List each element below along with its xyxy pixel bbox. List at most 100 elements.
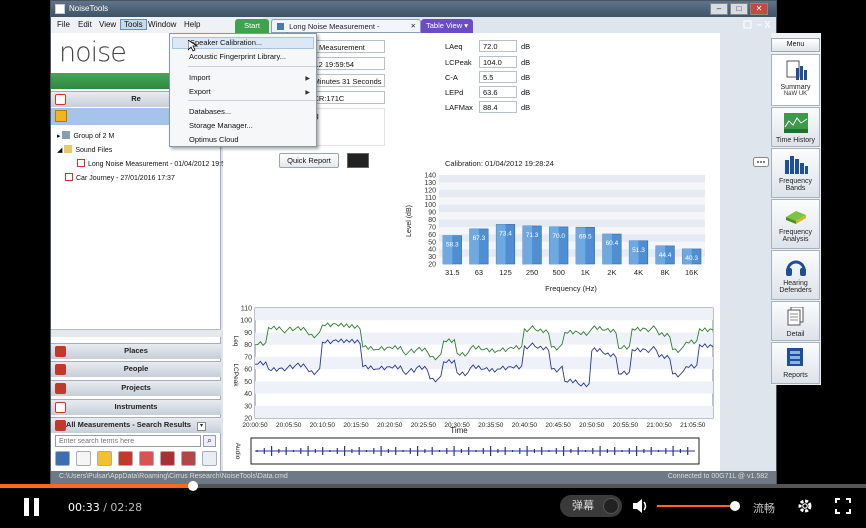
view-detail-button[interactable]: Detail xyxy=(771,301,820,341)
tree-sound-files[interactable]: ◢ Sound Files xyxy=(57,145,112,154)
section-instruments-label: Instruments xyxy=(114,402,158,411)
section-all-measurements-label: All Measurements - Search Results xyxy=(65,420,191,429)
line-chart-y-tick: 70 xyxy=(244,354,252,361)
menu-view[interactable]: View xyxy=(99,20,116,29)
tree-item-long-noise[interactable]: Long Noise Measurement - 01/04/2012 19:5 xyxy=(77,159,225,168)
instrument-add-icon[interactable] xyxy=(202,451,217,466)
video-stage: NoiseTools – □ ✕ File Edit View Tools Wi… xyxy=(0,0,866,528)
window-titlebar[interactable]: NoiseTools – □ ✕ xyxy=(51,1,776,17)
section-all-measurements[interactable]: All Measurements - Search Results ▾ xyxy=(51,417,221,433)
tab-start[interactable]: Start xyxy=(235,19,269,33)
menu-separator xyxy=(188,66,316,67)
view-summary-button[interactable]: Summary NaW UK xyxy=(771,54,820,106)
tab-close-icon[interactable]: ✕ xyxy=(411,22,416,30)
bar-chart-y-tick: 120 xyxy=(424,187,436,194)
maximize-button[interactable]: □ xyxy=(730,3,748,15)
menu-export[interactable]: Export xyxy=(189,87,211,96)
tree-scrollbar[interactable] xyxy=(51,329,221,337)
frequency-analysis-icon xyxy=(785,211,806,224)
view-time-history-button[interactable]: Time History xyxy=(771,107,820,147)
video-progress-bar[interactable] xyxy=(0,481,866,491)
tree-group[interactable]: ▸ Group of 2 M xyxy=(57,131,114,140)
pause-button[interactable] xyxy=(24,498,40,516)
section-places[interactable]: Places xyxy=(51,343,221,359)
minimize-button[interactable]: – xyxy=(710,3,728,15)
search-input[interactable] xyxy=(55,435,201,447)
fullscreen-icon[interactable] xyxy=(835,498,851,514)
line-chart-x-tick: 20:00:50 xyxy=(242,422,268,429)
line-chart-y-tick: 40 xyxy=(244,391,252,398)
tab-table-view[interactable]: Table View ▾ xyxy=(421,19,473,33)
import-icon[interactable] xyxy=(76,451,91,466)
current-time: 00:33 xyxy=(68,501,100,514)
line-chart-y-ticks: 2030405060708090100110 xyxy=(240,306,252,423)
bar-chart-y-tick: 130 xyxy=(424,180,436,187)
places-icon[interactable] xyxy=(139,451,154,466)
danmu-label: 弹幕 xyxy=(572,500,594,512)
section-people[interactable]: People xyxy=(51,361,221,377)
line-chart-x-ticks: 20:00:50 20:05:50 20:10:50 20:15:50 20:20:50… xyxy=(242,422,705,429)
bar-chart-y-tick: 20 xyxy=(428,262,436,269)
search-icon[interactable]: ⌕ xyxy=(203,435,216,447)
line-chart-y-tick: 50 xyxy=(244,379,252,386)
menu-edit[interactable]: Edit xyxy=(78,20,92,29)
tree-sound-files-label: Sound Files xyxy=(75,147,113,154)
volume-icon[interactable] xyxy=(632,498,648,514)
menu-file[interactable]: File xyxy=(57,20,70,29)
danmu-toggle[interactable]: 弹幕 xyxy=(560,495,622,517)
quality-selector[interactable]: 流畅 xyxy=(753,500,775,516)
volume-slider[interactable] xyxy=(657,501,740,511)
pause-icon xyxy=(24,498,29,516)
tab-window-controls[interactable] xyxy=(742,20,771,32)
status-connection: Connected to 00G71L @ v1.582 xyxy=(667,473,768,480)
close-button[interactable]: ✕ xyxy=(750,3,768,15)
chevron-down-icon[interactable]: ▾ xyxy=(197,422,207,431)
menu-storage-manager[interactable]: Storage Manager... xyxy=(189,121,253,130)
bar-chart-data-label: 73.4 xyxy=(499,230,512,237)
menu-tools[interactable]: Tools xyxy=(120,19,147,30)
new-measurement-icon[interactable] xyxy=(55,451,70,466)
gear-icon[interactable] xyxy=(797,498,813,514)
time-history-icon xyxy=(783,113,808,133)
pause-icon xyxy=(34,498,39,516)
menu-help[interactable]: Help xyxy=(184,20,200,29)
bar-chart-data-label: 71.3 xyxy=(526,232,539,239)
view-menu-button[interactable]: Menu xyxy=(771,38,820,52)
line-chart-grid-band xyxy=(255,405,713,418)
noisetools-window: NoiseTools – □ ✕ File Edit View Tools Wi… xyxy=(50,0,821,484)
menu-acoustic-fingerprint-library[interactable]: Acoustic Fingerprint Library... xyxy=(189,52,286,61)
view-hearing-defenders-label: Hearing Defenders xyxy=(779,280,812,294)
expand-chart-icon[interactable] xyxy=(753,157,769,167)
section-projects-label: Projects xyxy=(121,383,151,392)
view-frequency-bands-button[interactable]: Frequency Bands xyxy=(771,148,820,198)
line-chart-x-tick: 20:15:50 xyxy=(343,422,369,429)
measurements-icon xyxy=(55,420,66,431)
menu-databases[interactable]: Databases... xyxy=(189,107,231,116)
record-icon[interactable] xyxy=(118,451,133,466)
people-icon[interactable] xyxy=(160,451,175,466)
bar-chart-y-tick: 70 xyxy=(428,224,436,231)
bar-chart-grid-band xyxy=(439,175,705,183)
detail-pages-icon xyxy=(787,307,803,326)
bar-chart-grid-band xyxy=(439,189,705,198)
favorite-star-icon[interactable] xyxy=(97,451,112,466)
view-detail-label: Detail xyxy=(786,331,805,338)
projects-add-icon[interactable] xyxy=(181,451,196,466)
app-icon xyxy=(55,4,65,14)
section-instruments[interactable]: Instruments xyxy=(51,399,221,415)
tab-long-noise-measurement[interactable]: Long Noise Measurement - 01/0...19:59 ✕ xyxy=(271,19,421,40)
view-frequency-analysis-button[interactable]: Frequency Analysis xyxy=(771,199,820,249)
menu-optimus-cloud[interactable]: Optimus Cloud xyxy=(189,135,239,144)
menu-import[interactable]: Import xyxy=(189,73,210,82)
video-progress-handle[interactable] xyxy=(188,481,199,491)
bar-chart-x-tick: 250 xyxy=(526,268,539,277)
section-projects[interactable]: Projects xyxy=(51,380,221,396)
menu-window[interactable]: Window xyxy=(148,20,176,29)
bar-chart-data-label: 70.0 xyxy=(552,233,565,240)
tree-item-car-journey[interactable]: Car Journey - 27/01/2016 17:37 xyxy=(65,173,175,182)
view-hearing-defenders-button[interactable]: Hearing Defenders xyxy=(771,250,820,300)
volume-handle[interactable] xyxy=(729,501,740,511)
bar-chart-y-ticks: 2030405060708090100110120130140 xyxy=(424,173,436,269)
bar-chart-y-tick: 50 xyxy=(428,239,436,246)
view-reports-button[interactable]: Reports xyxy=(771,342,820,384)
